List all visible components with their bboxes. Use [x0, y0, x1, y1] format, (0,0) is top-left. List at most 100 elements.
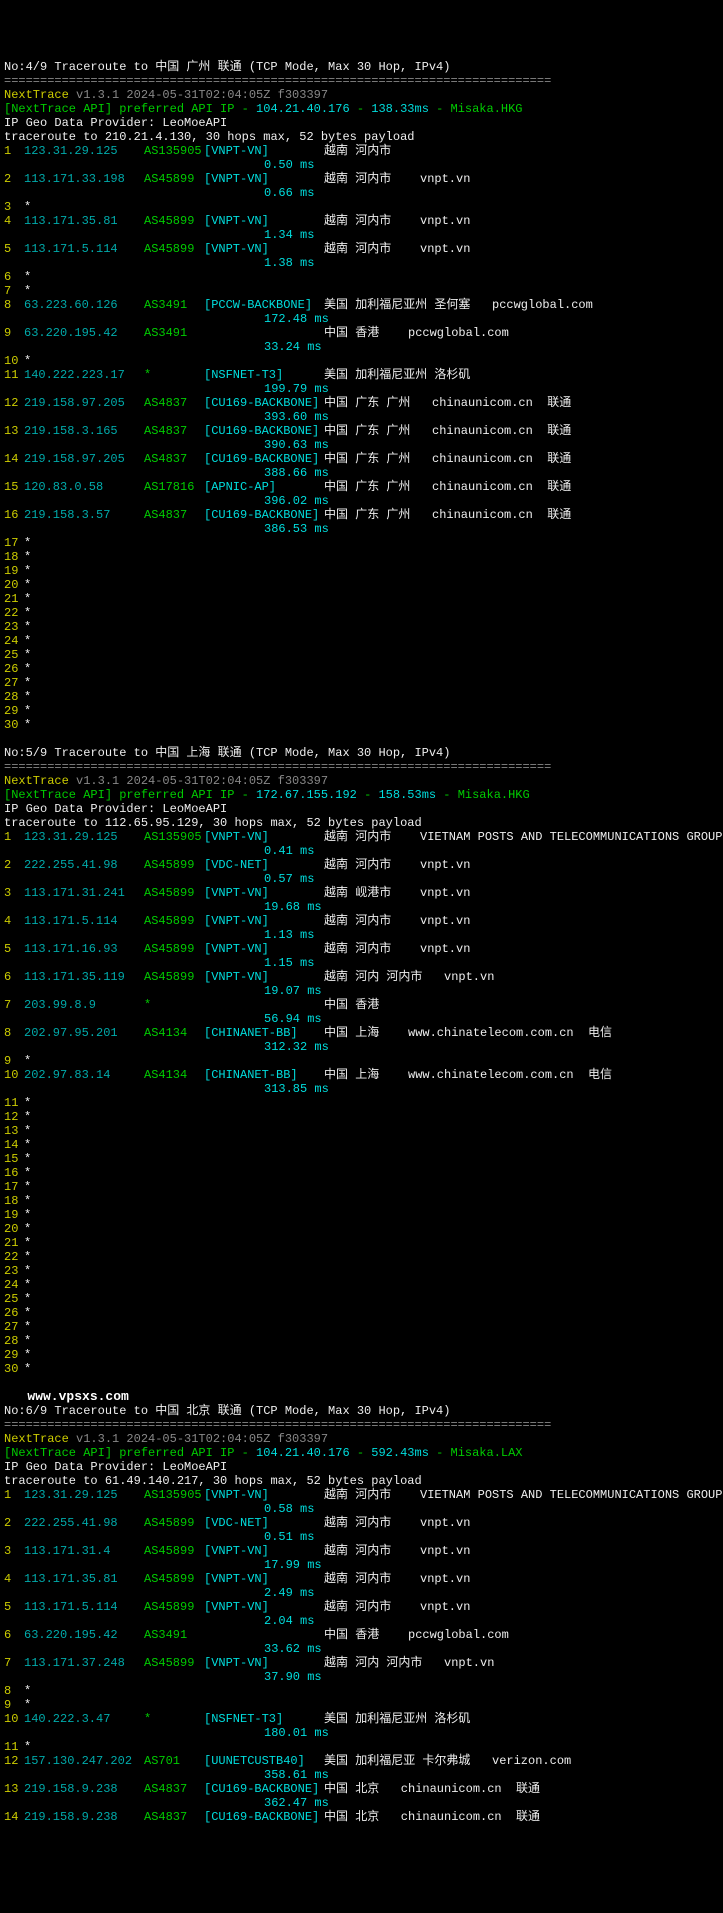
hop-row: 5113.171.5.114AS45899[VNPT-VN]越南 河内市 vnp…	[4, 1600, 719, 1614]
hop-row: 863.223.60.126AS3491[PCCW-BACKBONE]美国 加利…	[4, 298, 719, 312]
hop-row: 4113.171.35.81AS45899[VNPT-VN]越南 河内市 vnp…	[4, 1572, 719, 1586]
hop-ip: 219.158.97.205	[24, 452, 144, 466]
hop-org: [NSFNET-T3]	[204, 368, 324, 382]
hop-ip: 113.171.35.119	[24, 970, 144, 984]
hop-asn: AS3491	[144, 326, 204, 340]
hop-latency: 358.61 ms	[264, 1768, 329, 1782]
hop-asn: AS4837	[144, 1810, 204, 1824]
hop-ip: 113.171.33.198	[24, 172, 144, 186]
hop-latency: 0.51 ms	[264, 1530, 314, 1544]
hop-org: [UUNETCUSTB40]	[204, 1754, 324, 1768]
hop-asn: AS45899	[144, 1600, 204, 1614]
hop-asn: AS45899	[144, 914, 204, 928]
hop-row: 20*	[4, 578, 719, 592]
hop-asn: AS4837	[144, 424, 204, 438]
hop-location: 越南 河内市 vnpt.vn	[324, 214, 470, 228]
hop-row: 29*	[4, 704, 719, 718]
hop-ip: 113.171.31.4	[24, 1544, 144, 1558]
hop-row: 15*	[4, 1152, 719, 1166]
hop-row: 15120.83.0.58AS17816[APNIC-AP]中国 广东 广州 c…	[4, 480, 719, 494]
hop-ip: 113.171.16.93	[24, 942, 144, 956]
hop-row: 23*	[4, 620, 719, 634]
hop-latency: 386.53 ms	[264, 522, 329, 536]
hop-row: 5113.171.5.114AS45899[VNPT-VN]越南 河内市 vnp…	[4, 242, 719, 256]
hop-latency: 396.02 ms	[264, 494, 329, 508]
hop-row: 25*	[4, 1292, 719, 1306]
hop-location: 越南 河内 河内市 vnpt.vn	[324, 1656, 494, 1670]
hop-row: 2222.255.41.98AS45899[VDC-NET]越南 河内市 vnp…	[4, 858, 719, 872]
hop-number: 11	[4, 368, 24, 382]
hop-number: 16	[4, 508, 24, 522]
hop-row: 16219.158.3.57AS4837[CU169-BACKBONE]中国 广…	[4, 508, 719, 522]
hop-location: 中国 北京 chinaunicom.cn 联通	[324, 1782, 540, 1796]
hop-org: [VNPT-VN]	[204, 830, 324, 844]
hop-number: 4	[4, 1572, 24, 1586]
hop-asn: AS45899	[144, 858, 204, 872]
hop-number: 6	[4, 1628, 24, 1642]
hop-row: 10202.97.83.14AS4134[CHINANET-BB]中国 上海 w…	[4, 1068, 719, 1082]
hop-latency: 0.58 ms	[264, 1502, 314, 1516]
api-line: [NextTrace API] preferred API IP -	[4, 788, 256, 802]
hop-latency: 390.63 ms	[264, 438, 329, 452]
hop-ip: 157.130.247.202	[24, 1754, 144, 1768]
hop-location: 中国 上海 www.chinatelecom.com.cn 电信	[324, 1068, 612, 1082]
hop-org: [VNPT-VN]	[204, 970, 324, 984]
trace-header: No:4/9 Traceroute to 中国 广州 联通 (TCP Mode,…	[4, 60, 450, 74]
hop-row: 14219.158.97.205AS4837[CU169-BACKBONE]中国…	[4, 452, 719, 466]
hop-ip: 219.158.9.238	[24, 1810, 144, 1824]
hop-org: [CU169-BACKBONE]	[204, 396, 324, 410]
hop-org: [CU169-BACKBONE]	[204, 1810, 324, 1824]
hop-number: 7	[4, 1656, 24, 1670]
hop-asn: *	[144, 368, 204, 382]
hop-latency: 362.47 ms	[264, 1796, 329, 1810]
hop-row: 14219.158.9.238AS4837[CU169-BACKBONE]中国 …	[4, 1810, 719, 1824]
hop-ip: 63.220.195.42	[24, 326, 144, 340]
hop-latency: 33.62 ms	[264, 1642, 322, 1656]
hop-asn: AS4837	[144, 452, 204, 466]
hop-ip: 113.171.35.81	[24, 214, 144, 228]
hop-row: 30*	[4, 1362, 719, 1376]
hop-ip: 219.158.97.205	[24, 396, 144, 410]
hop-row: 25*	[4, 648, 719, 662]
hop-row: 663.220.195.42AS3491中国 香港 pccwglobal.com	[4, 1628, 719, 1642]
hop-location: 越南 河内 河内市 vnpt.vn	[324, 970, 494, 984]
hop-location: 越南 河内市 VIETNAM POSTS AND TELECOMMUNICATI…	[324, 1488, 722, 1502]
hop-number: 5	[4, 242, 24, 256]
hop-latency: 56.94 ms	[264, 1012, 322, 1026]
hop-org: [VDC-NET]	[204, 1516, 324, 1530]
hop-row: 19*	[4, 1208, 719, 1222]
hop-latency: 2.49 ms	[264, 1586, 314, 1600]
hop-number: 10	[4, 1068, 24, 1082]
hop-location: 越南 河内市 vnpt.vn	[324, 1600, 470, 1614]
traceroute-cmd: traceroute to 210.21.4.130, 30 hops max,…	[4, 130, 414, 144]
hop-number: 1	[4, 830, 24, 844]
hop-location: 美国 加利福尼亚州 洛杉矶	[324, 368, 470, 382]
hop-ip: 63.220.195.42	[24, 1628, 144, 1642]
app-name: NextTrace	[4, 774, 69, 788]
hop-location: 中国 香港	[324, 998, 379, 1012]
hop-row: 7113.171.37.248AS45899[VNPT-VN]越南 河内 河内市…	[4, 1656, 719, 1670]
hop-latency: 199.79 ms	[264, 382, 329, 396]
hop-number: 7	[4, 998, 24, 1012]
hop-org: [VNPT-VN]	[204, 1572, 324, 1586]
hop-row: 12219.158.97.205AS4837[CU169-BACKBONE]中国…	[4, 396, 719, 410]
hop-org: [VNPT-VN]	[204, 914, 324, 928]
trace-header: No:5/9 Traceroute to 中国 上海 联通 (TCP Mode,…	[4, 746, 450, 760]
hop-number: 13	[4, 424, 24, 438]
hop-latency: 1.15 ms	[264, 956, 314, 970]
hop-org: [NSFNET-T3]	[204, 1712, 324, 1726]
hop-number: 3	[4, 1544, 24, 1558]
geo-provider: IP Geo Data Provider: LeoMoeAPI	[4, 1460, 227, 1474]
hop-org: [VNPT-VN]	[204, 1600, 324, 1614]
hop-number: 2	[4, 1516, 24, 1530]
hop-ip: 219.158.3.165	[24, 424, 144, 438]
hop-row: 13219.158.9.238AS4837[CU169-BACKBONE]中国 …	[4, 1782, 719, 1796]
hop-asn: AS3491	[144, 298, 204, 312]
hop-org: [CU169-BACKBONE]	[204, 424, 324, 438]
hop-ip: 113.171.5.114	[24, 242, 144, 256]
hop-row: 19*	[4, 564, 719, 578]
hop-row: 27*	[4, 1320, 719, 1334]
hop-ip: 113.171.35.81	[24, 1572, 144, 1586]
hop-row: 6*	[4, 270, 719, 284]
hop-number: 13	[4, 1782, 24, 1796]
